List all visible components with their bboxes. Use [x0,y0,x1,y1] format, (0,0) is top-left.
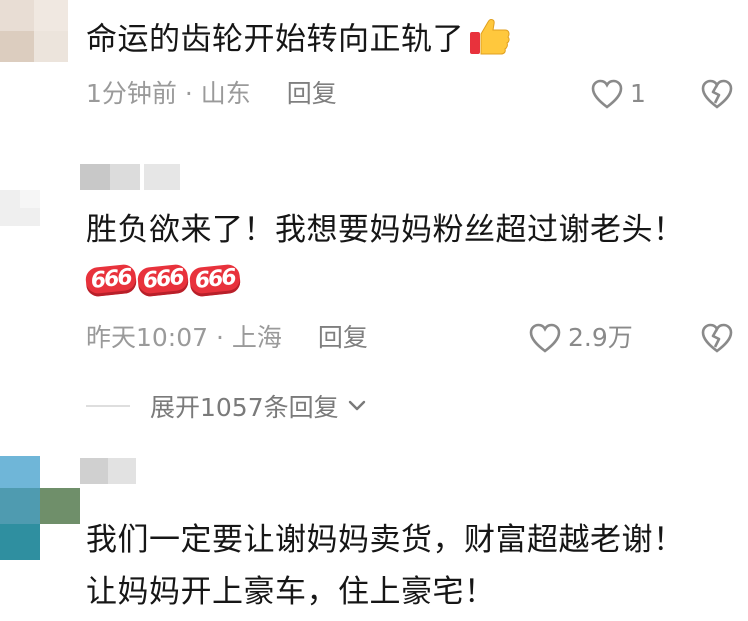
comment-item: 命运的齿轮开始转向正轨了 1分钟前 · 山东 回复 1 [0,0,748,130]
reply-button[interactable]: 回复 [318,323,368,352]
comment-meta: 1分钟前 · 山东 回复 [86,78,337,110]
avatar[interactable] [0,0,68,62]
comment-item: 我们一定要让谢妈妈卖货，财富超越老谢！ 让妈妈开上豪车，住上豪宅！ [0,450,748,621]
dislike-button[interactable] [700,322,734,358]
expand-divider [86,405,130,407]
thumbs-up-emoji [468,16,512,66]
broken-heart-icon [701,79,733,109]
avatar[interactable] [0,190,40,226]
like-count: 2.9万 [568,323,633,352]
dislike-button[interactable] [700,78,734,114]
like-count: 1 [630,79,646,108]
expand-replies-label: 展开1057条回复 [150,393,339,422]
comment-location: 山东 [200,79,251,108]
expand-replies-button[interactable]: 展开1057条回复 [86,388,367,424]
username-blurred[interactable] [80,458,140,484]
like-button[interactable]: 2.9万 [528,322,633,354]
emoji-666: 666 [136,263,190,298]
emoji-666: 666 [84,263,138,298]
reply-button[interactable]: 回复 [287,79,337,108]
emoji-666: 666 [188,263,242,298]
heart-outline-icon [591,79,623,109]
comment-location: 上海 [231,323,282,352]
comment-text-content: 命运的齿轮开始转向正轨了 [86,21,464,58]
emoji-666-group: 666 666 666 [84,263,242,298]
meta-separator: · [208,323,232,352]
comment-meta: 昨天10:07 · 上海 回复 [86,322,368,354]
meta-separator: · [176,79,201,108]
username-blurred[interactable] [80,164,180,190]
avatar[interactable] [0,456,80,560]
comment-time: 昨天10:07 [86,323,209,352]
like-button[interactable]: 1 [590,78,646,110]
heart-outline-icon [529,323,561,353]
comment-text: 胜负欲来了！我想要妈妈粉丝超过谢老头！ [86,212,685,248]
comment-time: 1分钟前 [86,79,177,108]
broken-heart-icon [701,323,733,353]
comment-text: 命运的齿轮开始转向正轨了 [86,16,512,66]
chevron-down-icon [348,400,365,411]
comment-text-line-2: 让妈妈开上豪车，住上豪宅！ [86,574,496,610]
comment-text-line-1: 我们一定要让谢妈妈卖货，财富超越老谢！ [86,522,685,558]
